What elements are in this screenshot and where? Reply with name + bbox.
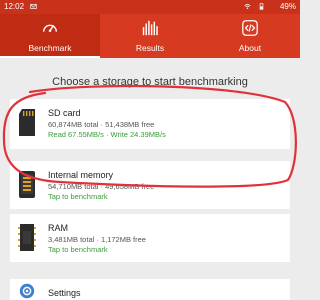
storage-title: SD card: [48, 108, 81, 118]
page-prompt: Choose a storage to start benchmarking: [52, 76, 248, 88]
battery-icon: [259, 3, 264, 10]
storage-title: Internal memory: [48, 170, 114, 180]
status-bar: 12:02 49%: [0, 0, 300, 14]
tab-about[interactable]: About: [200, 14, 300, 58]
storage-details: 3,481MB total · 1,172MB free: [48, 235, 146, 244]
bar-chart-icon: [142, 20, 158, 36]
phone-icon: [19, 171, 35, 198]
settings-item[interactable]: Settings: [10, 279, 290, 300]
tab-benchmark-label: Benchmark: [28, 43, 72, 53]
settings-label: Settings: [48, 288, 81, 298]
tab-about-label: About: [238, 43, 262, 53]
tap-to-benchmark-hint: Tap to benchmark: [48, 245, 108, 254]
storage-details: 54,710MB total · 49,658MB free: [48, 182, 155, 191]
storage-speed-result: Read 67.55MB/s · Write 24.39MB/s: [48, 130, 166, 139]
tab-results-label: Results: [135, 43, 165, 53]
gear-icon: [19, 283, 35, 299]
battery-level: 49%: [279, 2, 296, 11]
storage-card-ram[interactable]: RAM 3,481MB total · 1,172MB free Tap to …: [10, 214, 290, 262]
wifi-icon: [244, 4, 251, 9]
tab-results[interactable]: Results: [100, 14, 200, 58]
sd-card-icon: [19, 109, 35, 136]
app-bar: Benchmark Results About: [0, 14, 300, 58]
storage-details: 60,874MB total · 51,438MB free: [48, 120, 155, 129]
storage-card-internal-memory[interactable]: Internal memory 54,710MB total · 49,658M…: [10, 161, 290, 209]
info-code-icon: [242, 20, 258, 36]
ram-chip-icon: [18, 224, 36, 251]
storage-title: RAM: [48, 223, 68, 233]
status-time: 12:02: [4, 2, 25, 11]
speedometer-icon: [42, 24, 58, 32]
tab-benchmark[interactable]: Benchmark: [0, 14, 100, 58]
tap-to-benchmark-hint: Tap to benchmark: [48, 192, 108, 201]
mail-icon: [30, 4, 37, 9]
storage-card-sd-card[interactable]: SD card 60,874MB total · 51,438MB free R…: [10, 99, 290, 149]
